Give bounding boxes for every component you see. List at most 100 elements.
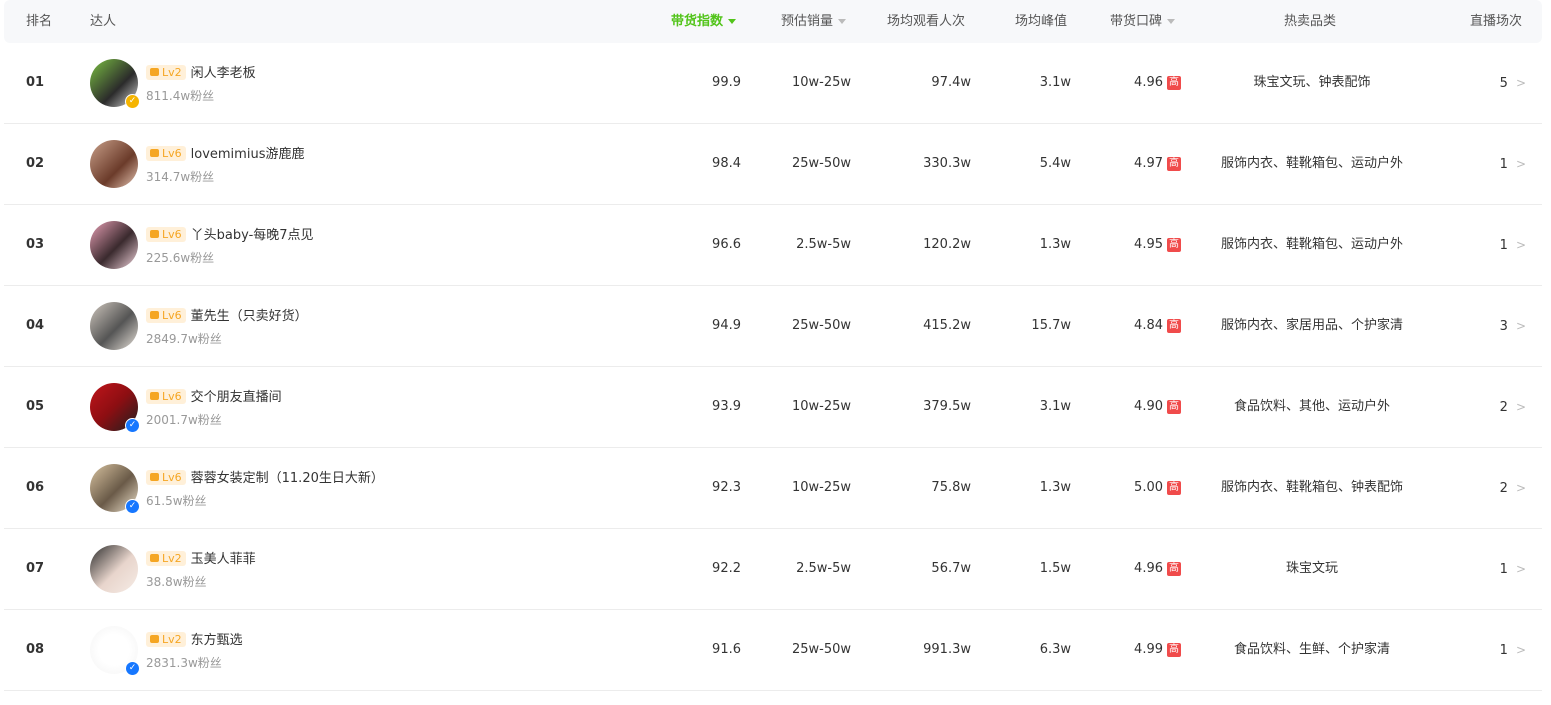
level-icon — [150, 68, 159, 76]
influencer-name-line[interactable]: Lv2 东方甄选 — [146, 632, 243, 650]
live-count-cell[interactable]: 5 > — [1434, 43, 1526, 123]
verified-gold-icon: ✓ — [125, 94, 140, 109]
fans-count: 2001.7w粉丝 — [146, 413, 222, 427]
influencer-name: 交个朋友直播间 — [190, 390, 282, 405]
table-row[interactable]: 06 ✓ Lv6 蓉蓉女装定制（11.20生日大新） 61.5w粉丝 92.3 10w-25… — [4, 448, 1542, 529]
avatar-image — [90, 302, 138, 350]
hot-categories: 食品饮料、生鲜、个护家清 — [1233, 642, 1390, 657]
reputation-score: 4.96 — [1134, 75, 1163, 90]
avatar[interactable] — [90, 302, 138, 350]
influencer-name: 董先生（只卖好货） — [190, 309, 308, 324]
influencer-ranking-table: 排名 达人 带货指数 预估销量 场均观看人次 场均峰值 带货口碑 热卖品类 直播… — [4, 0, 1542, 691]
avg-peak: 5.4w — [1039, 156, 1071, 171]
table-row[interactable]: 04 Lv6 董先生（只卖好货） 2849.7w粉丝 94.9 25w-50w 415.2w… — [4, 286, 1542, 367]
level-icon — [150, 635, 159, 643]
influencer-name: 丫头baby-每晚7点见 — [190, 228, 314, 243]
header-avg-viewers: 场均观看人次 — [887, 14, 966, 29]
live-count: 1 — [1499, 238, 1508, 253]
level-icon — [150, 311, 159, 319]
avg-peak: 3.1w — [1039, 399, 1071, 414]
avg-viewers: 56.7w — [931, 561, 971, 576]
live-count-cell[interactable]: 1 > — [1434, 610, 1526, 690]
level-label: Lv2 — [162, 66, 182, 79]
hot-categories: 珠宝文玩、钟表配饰 — [1253, 75, 1371, 90]
hot-categories: 服饰内衣、鞋靴箱包、运动户外 — [1220, 156, 1403, 171]
live-count: 1 — [1499, 562, 1508, 577]
chevron-right-icon: > — [1515, 319, 1526, 333]
level-label: Lv6 — [162, 147, 182, 160]
rank-number: 06 — [26, 480, 45, 495]
header-est-sales-label: 预估销量 — [781, 14, 834, 29]
avg-peak: 6.3w — [1039, 642, 1071, 657]
reputation-score: 4.84 — [1134, 318, 1163, 333]
level-label: Lv2 — [162, 633, 182, 646]
sales-index: 98.4 — [712, 156, 741, 171]
live-count-cell[interactable]: 2 > — [1434, 367, 1526, 447]
rank-number: 07 — [26, 561, 45, 576]
chevron-right-icon: > — [1515, 643, 1526, 657]
live-count-cell[interactable]: 1 > — [1434, 529, 1526, 609]
avatar[interactable]: ✓ — [90, 464, 140, 514]
header-reputation-sort[interactable]: 带货口碑 — [1110, 0, 1176, 43]
reputation-score: 4.95 — [1134, 237, 1163, 252]
live-count-cell[interactable]: 3 > — [1434, 286, 1526, 366]
live-count-cell[interactable]: 2 > — [1434, 448, 1526, 528]
reputation-score: 4.90 — [1134, 399, 1163, 414]
reputation-score: 5.00 — [1134, 480, 1163, 495]
influencer-name-line[interactable]: Lv6 丫头baby-每晚7点见 — [146, 227, 314, 245]
reputation-cell: 4.90 高 — [1061, 367, 1181, 447]
influencer-name-line[interactable]: Lv6 蓉蓉女装定制（11.20生日大新） — [146, 470, 384, 488]
avg-peak: 3.1w — [1039, 75, 1071, 90]
table-row[interactable]: 08 ✓ Lv2 东方甄选 2831.3w粉丝 91.6 25w-50w 991.3w 6.3w… — [4, 610, 1542, 691]
avatar[interactable] — [90, 545, 138, 593]
estimated-sales: 25w-50w — [791, 156, 851, 171]
hot-categories: 食品饮料、其他、运动户外 — [1233, 399, 1390, 414]
table-row[interactable]: 05 ✓ Lv6 交个朋友直播间 2001.7w粉丝 93.9 10w-25w 379.5w 3… — [4, 367, 1542, 448]
live-count-cell[interactable]: 1 > — [1434, 205, 1526, 285]
sales-index: 91.6 — [712, 642, 741, 657]
header-live-count: 直播场次 — [1470, 14, 1523, 29]
header-est-sales-sort[interactable]: 预估销量 — [781, 0, 847, 43]
reputation-high-badge: 高 — [1167, 238, 1181, 252]
hot-categories: 服饰内衣、鞋靴箱包、钟表配饰 — [1220, 480, 1403, 495]
influencer-name-line[interactable]: Lv6 董先生（只卖好货） — [146, 308, 308, 326]
avatar[interactable]: ✓ — [90, 626, 140, 676]
table-row[interactable]: 01 ✓ Lv2 闲人李老板 811.4w粉丝 99.9 10w-25w 97.4w 3.1w 4… — [4, 43, 1542, 124]
avatar[interactable] — [90, 140, 138, 188]
live-count: 1 — [1499, 643, 1508, 658]
influencer-name: 蓉蓉女装定制（11.20生日大新） — [190, 471, 384, 486]
avg-viewers: 379.5w — [923, 399, 971, 414]
avatar[interactable]: ✓ — [90, 383, 140, 433]
sales-index: 96.6 — [712, 237, 741, 252]
influencer-name-line[interactable]: Lv2 闲人李老板 — [146, 65, 256, 83]
table-row[interactable]: 02 Lv6 lovemimius游鹿鹿 314.7w粉丝 98.4 25w-50w 330… — [4, 124, 1542, 205]
influencer-name-line[interactable]: Lv6 交个朋友直播间 — [146, 389, 282, 407]
avatar[interactable]: ✓ — [90, 59, 140, 109]
level-badge: Lv2 — [146, 65, 186, 80]
level-icon — [150, 149, 159, 157]
verified-blue-icon: ✓ — [125, 499, 140, 514]
fans-count: 314.7w粉丝 — [146, 170, 215, 184]
live-count: 1 — [1499, 157, 1508, 172]
avatar[interactable] — [90, 221, 138, 269]
live-count-cell[interactable]: 1 > — [1434, 124, 1526, 204]
reputation-cell: 4.99 高 — [1061, 610, 1181, 690]
rank-number: 08 — [26, 642, 45, 657]
influencer-name: 闲人李老板 — [190, 66, 256, 81]
reputation-cell: 4.95 高 — [1061, 205, 1181, 285]
fans-count: 2849.7w粉丝 — [146, 332, 222, 346]
verified-blue-icon: ✓ — [125, 418, 140, 433]
avg-peak: 1.5w — [1039, 561, 1071, 576]
level-label: Lv6 — [162, 228, 182, 241]
table-row[interactable]: 03 Lv6 丫头baby-每晚7点见 225.6w粉丝 96.6 2.5w-5w 120.… — [4, 205, 1542, 286]
level-icon — [150, 392, 159, 400]
header-sales-index-sort[interactable]: 带货指数 — [671, 0, 737, 43]
chevron-right-icon: > — [1515, 238, 1526, 252]
table-row[interactable]: 07 Lv2 玉美人菲菲 38.8w粉丝 92.2 2.5w-5w 56.7w 1.5w 4.9… — [4, 529, 1542, 610]
header-reputation-label: 带货口碑 — [1110, 14, 1163, 29]
estimated-sales: 25w-50w — [791, 642, 851, 657]
avg-viewers: 330.3w — [923, 156, 971, 171]
avg-peak: 15.7w — [1031, 318, 1071, 333]
influencer-name-line[interactable]: Lv2 玉美人菲菲 — [146, 551, 256, 569]
influencer-name-line[interactable]: Lv6 lovemimius游鹿鹿 — [146, 146, 304, 164]
